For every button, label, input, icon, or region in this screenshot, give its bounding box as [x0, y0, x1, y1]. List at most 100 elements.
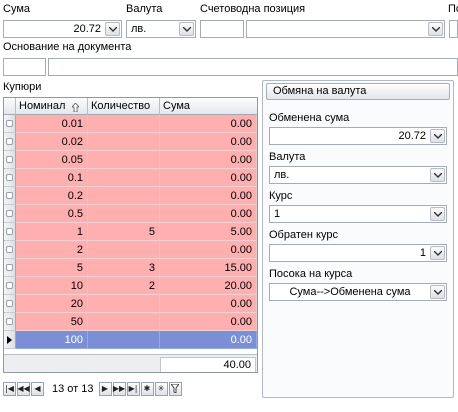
- kurs-combo[interactable]: 1: [269, 205, 447, 223]
- cell-kolichestvo[interactable]: [88, 133, 160, 151]
- cell-nominal[interactable]: 2: [16, 241, 88, 259]
- cell-kolichestvo[interactable]: [88, 187, 160, 205]
- cell-kolichestvo[interactable]: [88, 313, 160, 331]
- row-indicator[interactable]: [4, 133, 16, 151]
- cell-suma[interactable]: 15.00: [160, 259, 257, 277]
- table-row[interactable]: 0.2 0.00: [4, 187, 257, 205]
- append-record-button[interactable]: ✱: [140, 382, 154, 396]
- cell-kolichestvo[interactable]: [88, 331, 160, 349]
- obmenena-suma-combo[interactable]: 20.72: [269, 127, 447, 145]
- cell-suma[interactable]: 0.00: [160, 241, 257, 259]
- table-row[interactable]: 0.1 0.00: [4, 169, 257, 187]
- cell-nominal[interactable]: 5: [16, 259, 88, 277]
- table-row[interactable]: 0.05 0.00: [4, 151, 257, 169]
- cell-nominal[interactable]: 1: [16, 223, 88, 241]
- chevron-down-icon[interactable]: [430, 168, 445, 182]
- cell-suma[interactable]: 0.00: [160, 115, 257, 133]
- table-row[interactable]: 100 0.00: [4, 331, 257, 349]
- osnovanie-input[interactable]: [48, 58, 458, 76]
- cell-suma[interactable]: 20.00: [160, 277, 257, 295]
- cell-nominal[interactable]: 0.1: [16, 169, 88, 187]
- column-header-nominal[interactable]: Номинал: [16, 98, 88, 115]
- chevron-down-icon[interactable]: [430, 246, 445, 260]
- table-row[interactable]: 0.02 0.00: [4, 133, 257, 151]
- row-indicator[interactable]: [4, 295, 16, 313]
- row-indicator[interactable]: [4, 151, 16, 169]
- table-row[interactable]: 50 0.00: [4, 313, 257, 331]
- cell-nominal[interactable]: 100: [16, 331, 88, 349]
- cell-suma[interactable]: 0.00: [160, 331, 257, 349]
- obraten-kurs-combo[interactable]: 1: [269, 244, 447, 262]
- table-row[interactable]: 10 2 20.00: [4, 277, 257, 295]
- cell-kolichestvo[interactable]: 3: [88, 259, 160, 277]
- prev-record-button[interactable]: ◀: [31, 382, 44, 396]
- cell-kolichestvo[interactable]: [88, 169, 160, 187]
- cell-nominal[interactable]: 0.01: [16, 115, 88, 133]
- suma-combo[interactable]: 20.72: [3, 20, 122, 38]
- cell-suma[interactable]: 0.00: [160, 169, 257, 187]
- cell-kolichestvo[interactable]: 2: [88, 277, 160, 295]
- schetovodna-poziciya-code-input[interactable]: [200, 20, 244, 38]
- prev-page-button[interactable]: ◀◀: [17, 382, 30, 396]
- chevron-down-icon[interactable]: [430, 129, 445, 143]
- cell-nominal[interactable]: 10: [16, 277, 88, 295]
- column-header-kolichestvo[interactable]: Количество: [88, 98, 160, 115]
- row-indicator[interactable]: [4, 313, 16, 331]
- schetovodna-poziciya-combo[interactable]: [246, 20, 445, 38]
- row-indicator[interactable]: [4, 169, 16, 187]
- cell-suma[interactable]: 0.00: [160, 151, 257, 169]
- table-row[interactable]: 5 3 15.00: [4, 259, 257, 277]
- chevron-down-icon[interactable]: [428, 22, 443, 36]
- row-indicator[interactable]: [4, 223, 16, 241]
- cell-suma[interactable]: 0.00: [160, 295, 257, 313]
- next-record-button[interactable]: ▶: [98, 382, 112, 396]
- cell-suma[interactable]: 5.00: [160, 223, 257, 241]
- column-header-suma[interactable]: Сума: [160, 98, 257, 115]
- next-page-button[interactable]: ▶▶: [112, 382, 126, 396]
- row-indicator[interactable]: [4, 331, 16, 349]
- row-indicator[interactable]: [4, 259, 16, 277]
- table-row[interactable]: 0.5 0.00: [4, 205, 257, 223]
- row-indicator[interactable]: [4, 277, 16, 295]
- cell-kolichestvo[interactable]: [88, 241, 160, 259]
- cell-suma[interactable]: 0.00: [160, 133, 257, 151]
- chevron-down-icon[interactable]: [430, 285, 445, 299]
- row-indicator[interactable]: [4, 241, 16, 259]
- table-row[interactable]: 1 5 5.00: [4, 223, 257, 241]
- cell-suma[interactable]: 0.00: [160, 313, 257, 331]
- chevron-down-icon[interactable]: [105, 22, 120, 36]
- kurs-label: Курс: [269, 190, 293, 202]
- cell-nominal[interactable]: 0.2: [16, 187, 88, 205]
- cell-nominal[interactable]: 0.05: [16, 151, 88, 169]
- last-record-button[interactable]: ▶|: [126, 382, 140, 396]
- first-record-button[interactable]: |◀: [3, 382, 16, 396]
- row-indicator[interactable]: [4, 187, 16, 205]
- cell-kolichestvo[interactable]: [88, 151, 160, 169]
- cell-kolichestvo[interactable]: [88, 295, 160, 313]
- cell-kolichestvo[interactable]: [88, 205, 160, 223]
- osnovanie-code-input[interactable]: [3, 58, 46, 76]
- cell-suma[interactable]: 0.00: [160, 205, 257, 223]
- cell-kolichestvo[interactable]: 5: [88, 223, 160, 241]
- table-row[interactable]: 0.01 0.00: [4, 115, 257, 133]
- row-indicator[interactable]: [4, 205, 16, 223]
- row-indicator[interactable]: [4, 115, 16, 133]
- valuta-combo[interactable]: лв.: [269, 166, 447, 184]
- chevron-down-icon[interactable]: [430, 207, 445, 221]
- cell-nominal[interactable]: 0.02: [16, 133, 88, 151]
- cell-nominal[interactable]: 50: [16, 313, 88, 331]
- cell-kolichestvo[interactable]: [88, 115, 160, 133]
- cell-nominal[interactable]: 20: [16, 295, 88, 313]
- posoka-combo[interactable]: Сума-->Обменена сума: [269, 283, 447, 301]
- kupyuri-grid[interactable]: Номинал Количество Сума 0.01 0.00 0.02 0.00…: [3, 97, 258, 373]
- cell-suma[interactable]: 0.00: [160, 187, 257, 205]
- cell-nominal[interactable]: 0.5: [16, 205, 88, 223]
- delete-record-button[interactable]: ✳: [154, 382, 168, 396]
- chevron-down-icon[interactable]: [179, 22, 194, 36]
- current-row-arrow-icon: [7, 336, 12, 344]
- filter-button[interactable]: [168, 382, 182, 396]
- po-input[interactable]: [449, 20, 458, 38]
- table-row[interactable]: 2 0.00: [4, 241, 257, 259]
- valuta-combo[interactable]: лв.: [126, 20, 196, 38]
- table-row[interactable]: 20 0.00: [4, 295, 257, 313]
